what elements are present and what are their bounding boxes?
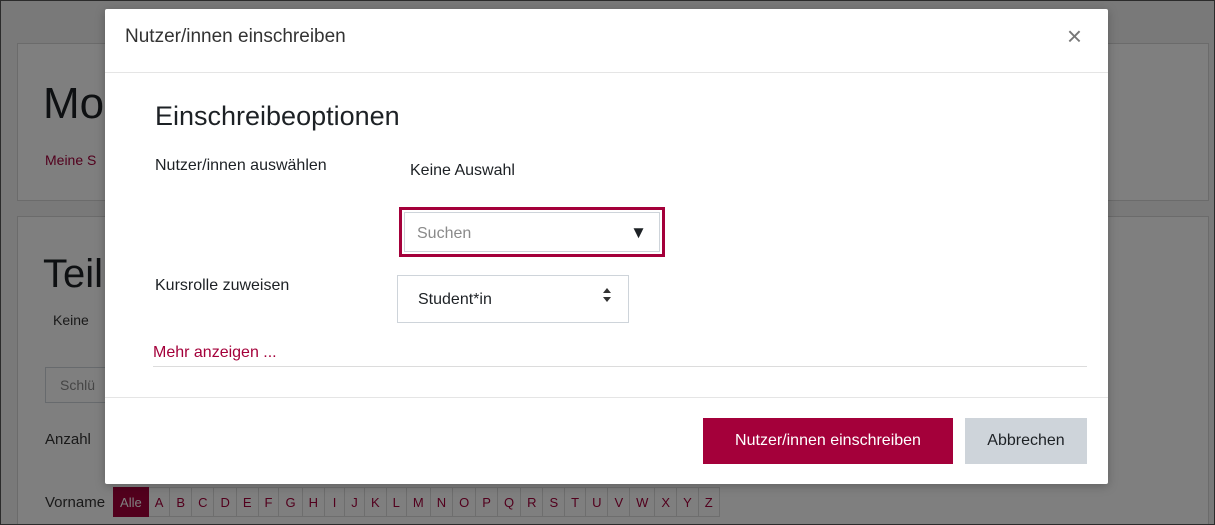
screenshot-frame: Mo Meine S Teiln Keine Schlü Anzahl Vorn…	[0, 0, 1215, 525]
show-more-link[interactable]: Mehr anzeigen ...	[153, 344, 277, 362]
dropdown-arrow-icon[interactable]: ▼	[630, 223, 647, 243]
course-role-select[interactable]: Student*in	[397, 275, 629, 323]
close-icon[interactable]: ×	[1067, 23, 1082, 49]
dialog-title: Nutzer/innen einschreiben	[125, 26, 346, 47]
dialog-header: Nutzer/innen einschreiben ×	[105, 9, 1108, 73]
enrolment-options-heading: Einschreibeoptionen	[155, 101, 400, 131]
selected-users-value: Keine Auswahl	[410, 162, 515, 179]
select-users-label: Nutzer/innen auswählen	[155, 157, 327, 174]
divider	[153, 366, 1087, 367]
select-arrows-icon	[602, 287, 612, 307]
course-role-label: Kursrolle zuweisen	[155, 277, 290, 294]
user-search-field[interactable]: Suchen ▼	[404, 212, 660, 252]
enrol-users-dialog: Nutzer/innen einschreiben × Einschreibeo…	[105, 9, 1108, 484]
enrol-users-button[interactable]: Nutzer/innen einschreiben	[703, 418, 953, 464]
user-search-select[interactable]: Suchen ▼	[399, 207, 665, 257]
cancel-button[interactable]: Abbrechen	[965, 418, 1087, 464]
search-placeholder: Suchen	[417, 225, 472, 242]
selected-role: Student*in	[418, 291, 492, 308]
dialog-footer: Nutzer/innen einschreiben Abbrechen	[105, 397, 1108, 484]
